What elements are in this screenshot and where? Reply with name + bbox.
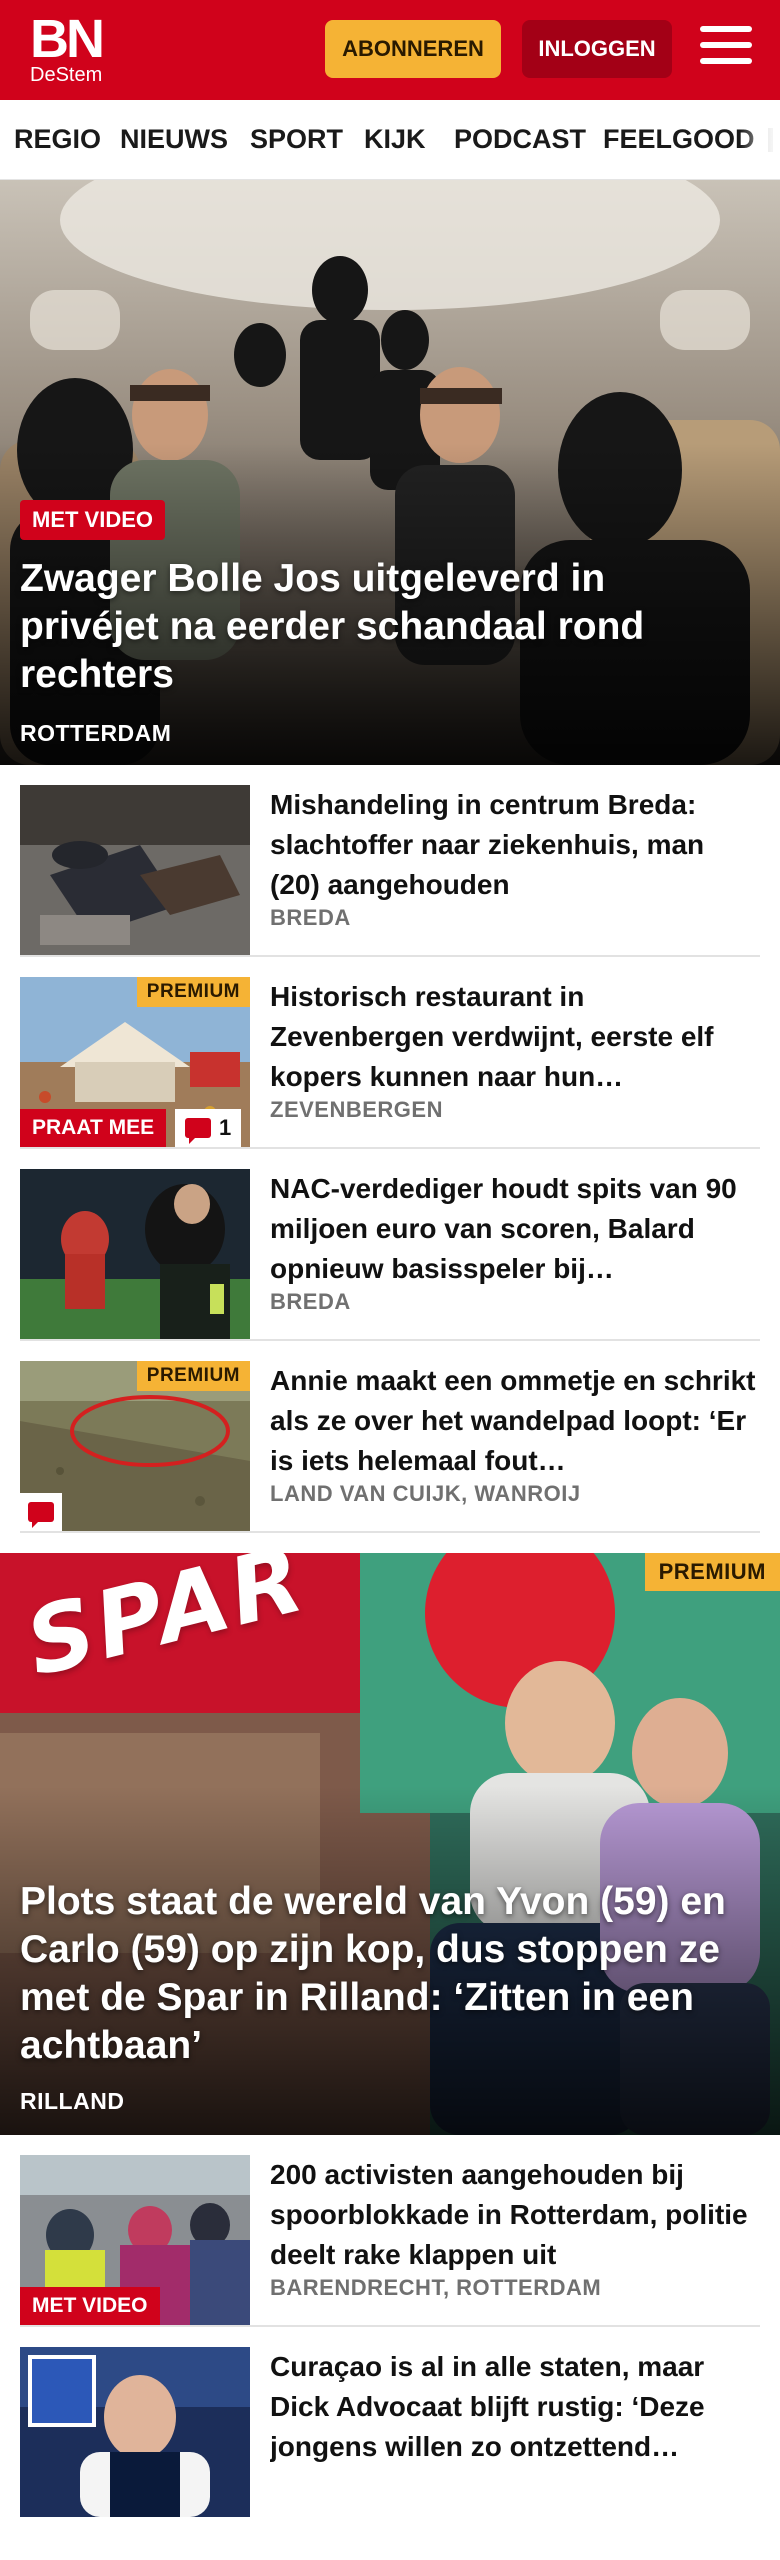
nav-item-podcast[interactable]: PODCAST (454, 100, 586, 178)
hero-article[interactable]: MET VIDEO Zwager Bolle Jos uitgeleverd i… (0, 180, 780, 765)
site-logo[interactable]: BN DeStem (30, 9, 110, 88)
premium-badge: PREMIUM (136, 977, 250, 1007)
article-thumbnail (20, 785, 250, 955)
list-item[interactable]: Curaçao is al in alle staten, maar Dick … (20, 2327, 760, 2519)
premium-badge: PREMIUM (644, 1553, 780, 1591)
article-thumbnail: PREMIUM (20, 1361, 250, 1531)
comment-count-value: 1 (219, 1115, 232, 1140)
nav-item-kijk[interactable]: KIJK (364, 100, 426, 178)
list-item[interactable]: PREMIUM PRAAT MEE 1 Historisch restauran… (20, 957, 760, 1149)
article-location: BREDA (270, 905, 351, 930)
article-title[interactable]: NAC-verdediger houdt spits van 90 miljoe… (270, 1169, 760, 1289)
comment-icon (28, 1502, 54, 1528)
article-thumbnail: PREMIUM PRAAT MEE 1 (20, 977, 250, 1147)
article-title[interactable]: Annie maakt een ommetje en schrikt als z… (270, 1361, 760, 1481)
article-location: BREDA (270, 1289, 351, 1314)
article-title[interactable]: Historisch restaurant in Zevenbergen ver… (270, 977, 760, 1097)
comment-count[interactable]: 1 (175, 1109, 242, 1147)
article-location: BARENDRECHT, ROTTERDAM (270, 2275, 602, 2300)
article-location: ZEVENBERGEN (270, 1097, 443, 1122)
feature-location: RILLAND (20, 2088, 125, 2114)
comment-count[interactable] (20, 1493, 62, 1531)
subscribe-button[interactable]: ABONNEREN (325, 20, 501, 78)
video-tag: MET VIDEO (20, 2287, 160, 2325)
top-header: BN DeStem ABONNEREN INLOGGEN (0, 0, 780, 100)
nav-item-sport[interactable]: SPORT (250, 100, 343, 178)
menu-icon[interactable] (700, 26, 752, 72)
list-item[interactable]: PREMIUM Annie maakt een ommetje en schri… (20, 1341, 760, 1533)
article-title[interactable]: 200 activisten aangehouden bij spoorblok… (270, 2155, 760, 2275)
list-item[interactable]: Mishandeling in centrum Breda: slachtoff… (20, 765, 760, 957)
section-nav: REGIO NIEUWS SPORT KIJK PODCAST FEELGOOD (0, 100, 780, 180)
nav-fade (740, 100, 780, 178)
hero-title[interactable]: Zwager Bolle Jos uitgeleverd in privéjet… (20, 555, 700, 699)
hero-video-tag: MET VIDEO (20, 500, 166, 540)
article-thumbnail (20, 1169, 250, 1339)
article-title[interactable]: Curaçao is al in alle staten, maar Dick … (270, 2347, 760, 2467)
login-button[interactable]: INLOGGEN (522, 20, 672, 78)
feature-article[interactable]: SPAR PREMIUM Plots staat de wereld van Y… (0, 1553, 780, 2135)
article-location: LAND VAN CUIJK, WANROIJ (270, 1481, 581, 1506)
list-item[interactable]: NAC-verdediger houdt spits van 90 miljoe… (20, 1149, 760, 1341)
logo-sub-text: DeStem (30, 64, 103, 86)
comment-icon (185, 1118, 211, 1144)
feature-title[interactable]: Plots staat de wereld van Yvon (59) en C… (20, 1878, 760, 2070)
logo-main-text: BN (30, 9, 105, 69)
article-title[interactable]: Mishandeling in centrum Breda: slachtoff… (270, 785, 760, 905)
hero-location: ROTTERDAM (20, 720, 172, 746)
discussion-tag[interactable]: PRAAT MEE (20, 1109, 167, 1147)
nav-item-feelgood[interactable]: FEELGOOD (603, 100, 755, 178)
article-thumbnail: MET VIDEO (20, 2155, 250, 2325)
nav-item-regio[interactable]: REGIO (14, 100, 101, 178)
premium-badge: PREMIUM (136, 1361, 250, 1391)
list-item[interactable]: MET VIDEO 200 activisten aangehouden bij… (20, 2135, 760, 2327)
article-thumbnail (20, 2347, 250, 2517)
nav-item-nieuws[interactable]: NIEUWS (120, 100, 228, 178)
